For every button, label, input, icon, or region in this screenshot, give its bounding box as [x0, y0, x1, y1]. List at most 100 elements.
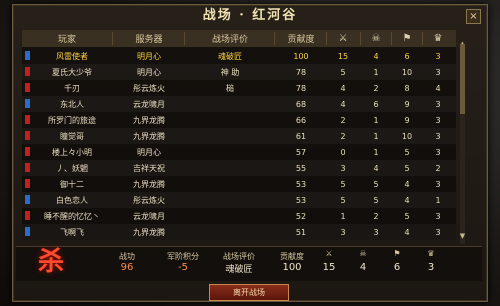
player-name: 瞳觉哥: [60, 131, 84, 141]
player-kills: 5: [340, 179, 346, 189]
player-deaths: 5: [373, 179, 379, 189]
player-deaths: 5: [373, 195, 379, 205]
player-server: 彤云炼火: [133, 83, 165, 93]
player-rating: [186, 208, 274, 224]
player-assists: 10: [401, 67, 413, 77]
player-rating: [186, 176, 274, 192]
red-team-flag-icon: [25, 211, 30, 220]
player-rating: [186, 112, 274, 128]
player-kills: 15: [337, 51, 349, 61]
table-row[interactable]: 东北人 云龙啸月 68 4 6 9 3: [22, 96, 456, 112]
kill-emblem-icon: 杀: [37, 247, 64, 277]
player-server: 云龙啸月: [133, 211, 165, 221]
table-row[interactable]: 楼上々小明 明月心 57 0 1 5 3: [22, 144, 456, 160]
player-contribution: 78: [295, 83, 307, 93]
red-team-flag-icon: [25, 83, 30, 92]
summary-deaths: 4: [359, 262, 367, 273]
player-assists: 4: [404, 195, 410, 205]
player-deaths: 2: [373, 211, 379, 221]
player-kills: 2: [340, 115, 346, 125]
player-rating: [186, 96, 274, 112]
player-kills: 2: [340, 131, 346, 141]
table-row[interactable]: 千刃 彤云炼火 槌 78 4 2 8 4: [22, 80, 456, 96]
red-team-flag-icon: [25, 147, 30, 156]
scroll-down-icon[interactable]: ▼: [458, 232, 467, 240]
player-misc: 3: [435, 115, 441, 125]
skull-icon: ☠: [371, 33, 381, 44]
col-rating: 战场评价: [211, 35, 248, 45]
close-button[interactable]: ×: [466, 9, 481, 24]
summary-contribution-value: 100: [282, 262, 302, 273]
player-misc: 1: [435, 195, 441, 205]
player-misc: 3: [435, 211, 441, 221]
table-row[interactable]: 飞啊飞 九界龙腾 51 3 3 4 3: [22, 224, 456, 240]
table-row[interactable]: 白色恋人 彤云炼火 53 5 5 4 1: [22, 192, 456, 208]
table-row[interactable]: 瞳觉哥 九界龙腾 61 2 1 10 3: [22, 128, 456, 144]
rank-points-value: -5: [178, 262, 188, 273]
player-rating: [186, 128, 274, 144]
summary-rating-label: 战场评价: [223, 252, 255, 261]
blue-team-flag-icon: [25, 99, 30, 108]
player-deaths: 3: [373, 227, 379, 237]
player-deaths: 6: [373, 99, 379, 109]
table-row[interactable]: 夏氏大少爷 明月心 神 助 78 5 1 10 3: [22, 64, 456, 80]
battle-merit-value: 96: [120, 262, 134, 273]
crossed-swords-icon: ⚔: [338, 33, 348, 44]
player-deaths: 1: [373, 115, 379, 125]
player-assists: 5: [404, 147, 410, 157]
summary-assists: 6: [393, 262, 401, 273]
player-contribution: 78: [295, 67, 307, 77]
player-contribution: 61: [295, 131, 307, 141]
table-row[interactable]: 丿、妖魍 吉祥天祝 55 3 4 5 2: [22, 160, 456, 176]
player-misc: 2: [435, 163, 441, 173]
leave-battlefield-button[interactable]: 离开战场: [209, 284, 289, 301]
player-misc: 3: [435, 99, 441, 109]
red-team-flag-icon: [25, 67, 30, 76]
summary-crossed-swords-icon: ⚔: [325, 249, 333, 258]
player-contribution: 52: [295, 211, 307, 221]
player-name: 睡不醒的忆忆丶: [44, 211, 100, 221]
red-team-flag-icon: [25, 163, 30, 172]
player-rating: 魂破匠: [218, 51, 242, 61]
player-server: 明月心: [137, 147, 161, 157]
player-server: 九界龙腾: [133, 115, 165, 125]
scrollbar-thumb[interactable]: [460, 44, 465, 114]
col-player: 玩家: [57, 35, 76, 45]
col-contribution: 贡献度: [287, 35, 315, 45]
player-contribution: 51: [295, 227, 307, 237]
player-assists: 10: [401, 131, 413, 141]
table-row[interactable]: 所罗门的旅途 九界龙腾 66 2 1 9 3: [22, 112, 456, 128]
player-deaths: 1: [373, 131, 379, 141]
player-server: 明月心: [137, 51, 161, 61]
player-rating: 槌: [226, 83, 234, 93]
player-name: 所罗门的旅途: [48, 115, 96, 125]
summary-rating-value: 魂破匠: [225, 265, 253, 275]
player-misc: 3: [435, 131, 441, 141]
scrollbar[interactable]: [460, 44, 465, 244]
table-row[interactable]: 御十二 九界龙腾 53 5 5 4 3: [22, 176, 456, 192]
mask-icon: ♛: [433, 33, 443, 44]
scoreboard-table: 玩家 服务器 战场评价 贡献度 ⚔ ☠ ⚑ ♛ 风雷使者 明月心 魂破匠 100 15 4…: [22, 30, 456, 240]
table-row[interactable]: 睡不醒的忆忆丶 云龙啸月 52 1 2 5 3: [22, 208, 456, 224]
player-deaths: 1: [373, 67, 379, 77]
summary-misc: 3: [427, 262, 435, 273]
player-misc: 3: [435, 227, 441, 237]
player-kills: 5: [340, 195, 346, 205]
banner-icon: ⚑: [402, 33, 412, 44]
rank-points-label: 军阶积分: [167, 252, 199, 261]
panel-title: 战场 · 红河谷: [202, 8, 298, 23]
player-name: 千刃: [64, 83, 80, 93]
player-rating: [186, 144, 274, 160]
player-name: 风雷使者: [56, 51, 88, 61]
player-contribution: 53: [295, 195, 307, 205]
player-kills: 3: [340, 163, 346, 173]
player-deaths: 4: [373, 163, 379, 173]
player-misc: 3: [435, 179, 441, 189]
player-name: 丿、妖魍: [56, 163, 88, 173]
table-row[interactable]: 风雷使者 明月心 魂破匠 100 15 4 6 3: [22, 48, 456, 64]
player-deaths: 4: [373, 51, 379, 61]
player-server: 彤云炼火: [133, 195, 165, 205]
player-server: 明月心: [137, 67, 161, 77]
player-server: 九界龙腾: [133, 131, 165, 141]
player-name: 东北人: [60, 99, 84, 109]
